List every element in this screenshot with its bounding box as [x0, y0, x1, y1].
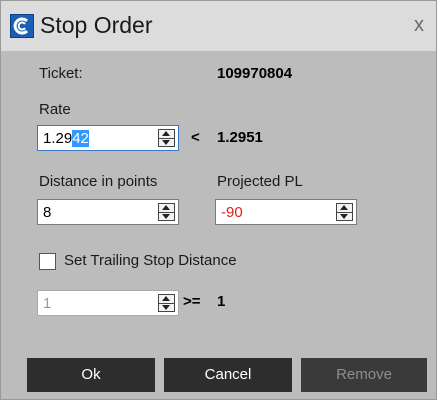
spinner-down-icon[interactable]: [159, 138, 174, 146]
trailing-compare-value: 1: [217, 293, 226, 310]
distance-spinner[interactable]: [158, 203, 175, 221]
trailing-distance-value: 1: [43, 295, 52, 312]
projected-pl-spinner[interactable]: [336, 203, 353, 221]
remove-button[interactable]: Remove: [301, 358, 427, 392]
trailing-compare-symbol: >=: [183, 293, 201, 310]
spinner-down-icon[interactable]: [159, 212, 174, 220]
distance-label: Distance in points: [39, 173, 158, 190]
rate-label: Rate: [39, 101, 71, 118]
projected-pl-label: Projected PL: [217, 173, 303, 190]
rate-spinner[interactable]: [158, 129, 175, 147]
trailing-stop-label[interactable]: Set Trailing Stop Distance: [64, 252, 237, 269]
trailing-spinner[interactable]: [158, 294, 175, 312]
projected-pl-value: -90: [221, 204, 243, 221]
rate-compare-value: 1.2951: [217, 129, 263, 146]
distance-input[interactable]: 8: [37, 199, 179, 225]
stop-order-dialog: Stop Order x Ticket: 109970804 Rate 1.29…: [0, 0, 437, 400]
projected-pl-input[interactable]: -90: [215, 199, 357, 225]
rate-input-value: 1.2942: [43, 130, 89, 147]
spinner-down-icon[interactable]: [159, 303, 174, 311]
app-logo-icon: [10, 14, 34, 38]
trailing-stop-checkbox[interactable]: [39, 253, 56, 270]
trailing-distance-input[interactable]: 1: [37, 290, 179, 316]
ok-button[interactable]: Ok: [27, 358, 155, 392]
rate-input[interactable]: 1.2942: [37, 125, 179, 151]
ticket-value: 109970804: [217, 65, 293, 82]
cancel-button[interactable]: Cancel: [164, 358, 292, 392]
dialog-title: Stop Order: [40, 12, 153, 38]
rate-compare-symbol: <: [191, 129, 200, 146]
rate-selected-text: 42: [72, 130, 89, 147]
title-bar[interactable]: Stop Order x: [1, 1, 436, 51]
ticket-label: Ticket:: [39, 65, 83, 82]
close-icon[interactable]: x: [408, 14, 430, 36]
distance-input-value: 8: [43, 204, 52, 221]
spinner-down-icon[interactable]: [337, 212, 352, 220]
